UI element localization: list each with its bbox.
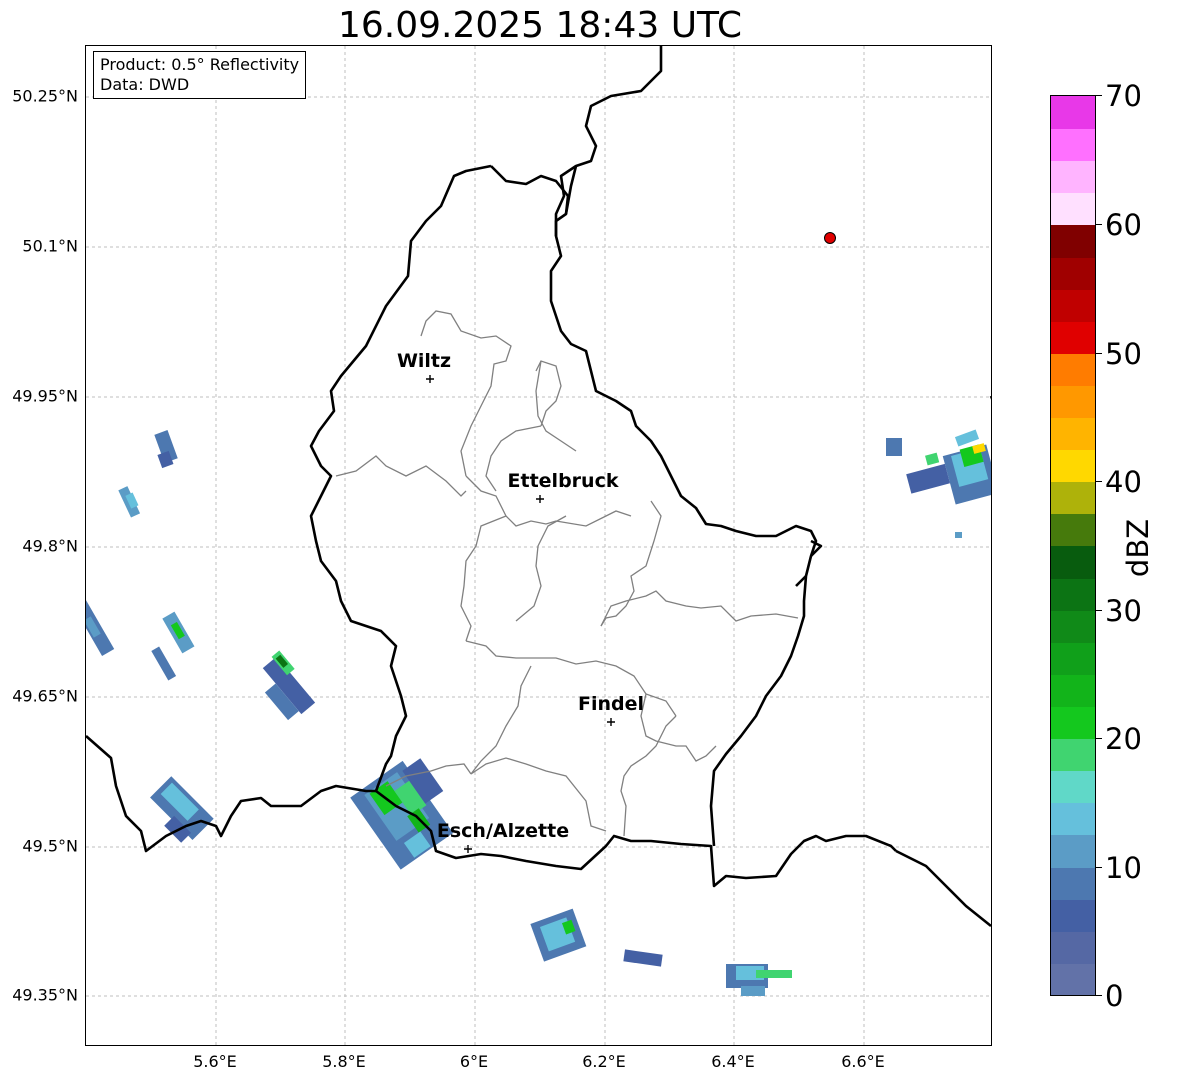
colorbar-segment <box>1051 673 1095 708</box>
colorbar-segment <box>1051 128 1095 162</box>
graticule <box>86 46 991 1045</box>
colorbar-segment <box>1051 352 1095 386</box>
colorbar-segment <box>1051 160 1095 194</box>
lon-tick: 6.4°E <box>711 1052 755 1071</box>
colorbar-segment <box>1051 545 1095 579</box>
city-label-ettelbruck: Ettelbruck <box>507 470 619 492</box>
colorbar-tick-mark <box>1096 224 1102 225</box>
colorbar-segment <box>1051 256 1095 290</box>
city-label-esch-alzette: Esch/Alzette <box>436 820 570 842</box>
lon-tick: 6°E <box>459 1052 489 1071</box>
lon-tick: 5.6°E <box>193 1052 237 1071</box>
colorbar-tick-mark <box>1096 610 1102 611</box>
colorbar-tick-mark <box>1096 995 1102 996</box>
colorbar-tick-label: 0 <box>1105 979 1124 1013</box>
colorbar-tick-label: 50 <box>1105 337 1142 371</box>
colorbar-segment <box>1051 930 1095 964</box>
lon-tick: 6.2°E <box>582 1052 626 1071</box>
radar-echoes <box>86 429 991 996</box>
lat-tick: 49.8°N <box>22 536 78 556</box>
colorbar-segment <box>1051 192 1095 226</box>
colorbar-segment <box>1051 224 1095 258</box>
colorbar-tick-label: 20 <box>1105 722 1142 756</box>
map-title: 16.09.2025 18:43 UTC <box>337 5 743 46</box>
colorbar-segment <box>1051 641 1095 675</box>
lat-tick: 50.25°N <box>12 86 78 106</box>
radar-site-marker[interactable] <box>824 232 836 244</box>
canton-boundaries <box>335 310 799 837</box>
colorbar-segment <box>1051 513 1095 547</box>
colorbar-tick-label: 70 <box>1105 79 1142 113</box>
colorbar-tick-label: 40 <box>1105 465 1142 499</box>
lat-tick: 50.1°N <box>22 236 78 256</box>
map-canvas <box>86 46 991 1045</box>
colorbar-segment <box>1051 609 1095 643</box>
lat-tick: 49.5°N <box>22 836 78 856</box>
colorbar-tick-mark <box>1096 353 1102 354</box>
colorbar-segment <box>1051 288 1095 322</box>
colorbar-segment <box>1051 449 1095 483</box>
colorbar-tick-mark <box>1096 95 1102 96</box>
colorbar-segment <box>1051 417 1095 451</box>
colorbar-tick-label: 10 <box>1105 851 1142 885</box>
map-area[interactable] <box>85 45 992 1046</box>
colorbar-segment <box>1051 738 1095 772</box>
colorbar-segment <box>1051 384 1095 419</box>
colorbar-segment <box>1051 770 1095 804</box>
colorbar-segment <box>1051 802 1095 836</box>
colorbar-segment <box>1051 320 1095 354</box>
city-markers <box>426 375 615 853</box>
colorbar-segment <box>1051 706 1095 740</box>
colorbar-segment <box>1051 834 1095 868</box>
colorbar-segment <box>1051 898 1095 932</box>
colorbar-segment <box>1051 866 1095 900</box>
colorbar-segment <box>1051 96 1095 130</box>
product-info-box: Product: 0.5° Reflectivity Data: DWD <box>93 51 307 99</box>
lat-tick: 49.65°N <box>12 686 78 706</box>
lat-tick: 49.35°N <box>12 985 78 1005</box>
colorbar-tick-label: 30 <box>1105 594 1142 628</box>
colorbar-segment <box>1051 577 1095 611</box>
colorbar-segment <box>1051 962 1095 995</box>
colorbar-segment <box>1051 481 1095 515</box>
lon-tick: 6.6°E <box>841 1052 885 1071</box>
colorbar-tick-label: 60 <box>1105 208 1142 242</box>
lon-tick: 5.8°E <box>322 1052 366 1071</box>
product-label: Product: 0.5° Reflectivity <box>100 55 300 74</box>
lat-tick: 49.95°N <box>12 386 78 406</box>
city-label-findel: Findel <box>577 693 645 715</box>
colorbar <box>1050 95 1096 996</box>
colorbar-tick-mark <box>1096 867 1102 868</box>
data-source-label: Data: DWD <box>100 75 190 94</box>
city-label-wiltz: Wiltz <box>396 350 452 372</box>
colorbar-tick-mark <box>1096 738 1102 739</box>
colorbar-title: dBZ <box>1121 518 1155 578</box>
colorbar-tick-mark <box>1096 481 1102 482</box>
